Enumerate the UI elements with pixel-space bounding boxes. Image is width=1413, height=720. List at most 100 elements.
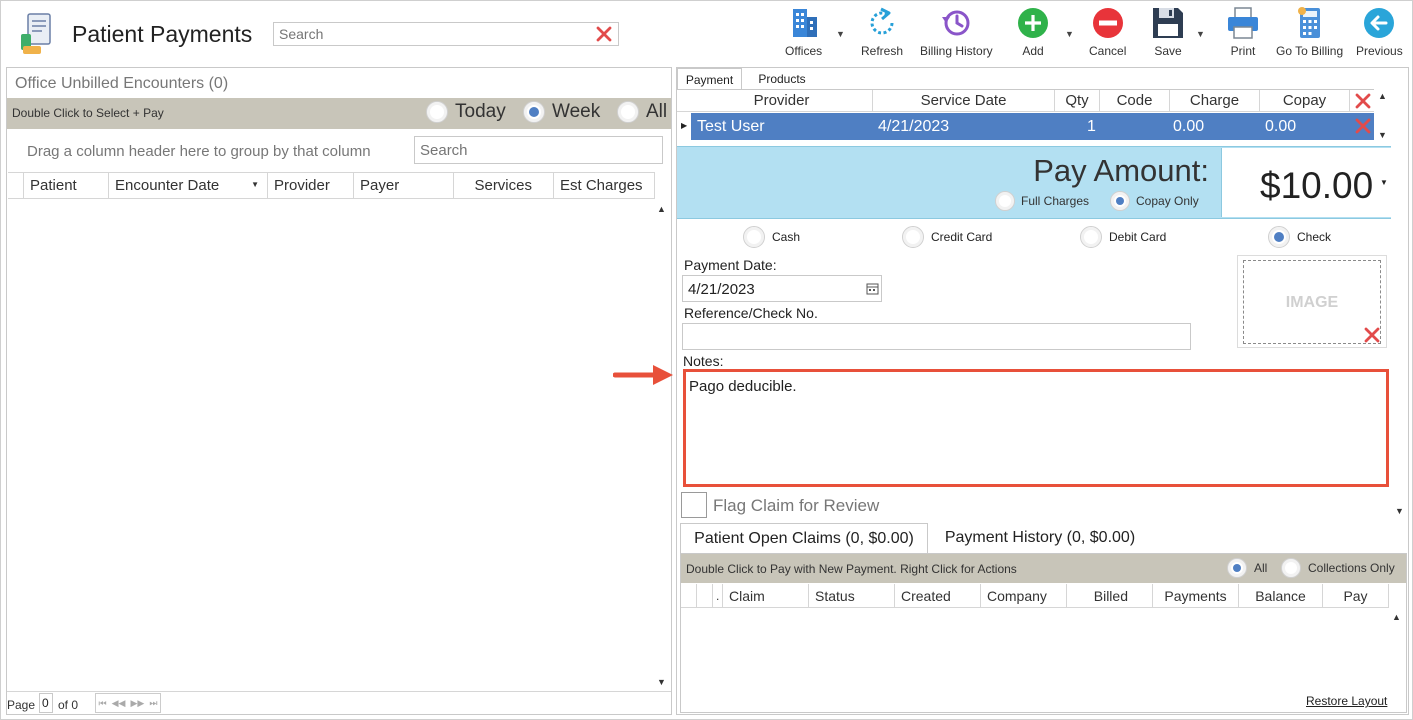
notes-textarea[interactable]: Pago deducible. <box>683 369 1389 487</box>
check-radio[interactable] <box>1268 226 1290 248</box>
pay-amount-dropdown-icon[interactable]: ▼ <box>1380 178 1388 187</box>
credit-card-radio[interactable] <box>902 226 924 248</box>
encounters-header-row: Patient Encounter Date ▼ Provider Payer … <box>8 172 655 199</box>
charges-row-selected[interactable]: Test User 4/21/2023 1 0.00 0.00 <box>691 113 1374 140</box>
filter-week[interactable]: Week <box>523 101 600 123</box>
claims-all-radio[interactable] <box>1227 558 1247 578</box>
method-debit-card[interactable]: Debit Card <box>1080 226 1166 248</box>
col-payer[interactable]: Payer <box>354 173 454 198</box>
cash-radio[interactable] <box>743 226 765 248</box>
claims-col-pay[interactable]: Pay <box>1323 584 1389 607</box>
claims-filter-collections[interactable]: Collections Only <box>1281 558 1395 578</box>
tab-payment-history[interactable]: Payment History (0, $0.00) <box>929 523 1151 554</box>
method-cash[interactable]: Cash <box>743 226 800 248</box>
restore-layout-link[interactable]: Restore Layout <box>1306 694 1387 708</box>
payment-scrollbar[interactable]: ▼ <box>1393 218 1407 518</box>
debit-card-radio[interactable] <box>1080 226 1102 248</box>
claims-col-payments[interactable]: Payments <box>1153 584 1239 607</box>
cancel-button[interactable]: Cancel <box>1089 5 1126 58</box>
charges-col-code[interactable]: Code <box>1100 90 1170 111</box>
offices-button[interactable]: Offices <box>785 5 822 58</box>
claims-filter-all[interactable]: All <box>1227 558 1267 578</box>
charges-col-provider[interactable]: Provider <box>691 90 873 111</box>
charges-scrollbar[interactable]: ▲ ▼ <box>1376 89 1390 141</box>
flag-claim-checkbox[interactable] <box>681 492 707 518</box>
col-provider[interactable]: Provider <box>268 173 354 198</box>
add-button[interactable]: Add <box>1015 5 1051 58</box>
refresh-button[interactable]: Refresh <box>861 5 903 58</box>
col-encounter-date[interactable]: Encounter Date ▼ <box>109 173 268 198</box>
collections-only-radio[interactable] <box>1281 558 1301 578</box>
clear-search-icon[interactable] <box>594 24 614 49</box>
claims-col-created[interactable]: Created <box>895 584 981 607</box>
copay-only-radio[interactable] <box>1110 191 1130 211</box>
scroll-down-icon[interactable]: ▼ <box>657 677 666 687</box>
encounters-pager: Page of 0 ⏮ ◀◀ ▶▶ ⏭ <box>7 691 671 714</box>
unbilled-encounters-panel: Office Unbilled Encounters (0) Double Cl… <box>6 67 672 715</box>
pager-page-input[interactable] <box>39 693 53 713</box>
go-to-billing-button[interactable]: Go To Billing <box>1276 5 1343 58</box>
week-radio[interactable] <box>523 101 545 123</box>
remove-image-icon[interactable] <box>1362 325 1382 350</box>
tab-products[interactable]: Products <box>747 68 817 90</box>
charges-col-qty[interactable]: Qty <box>1055 90 1100 111</box>
today-radio[interactable] <box>426 101 448 123</box>
col-services[interactable]: Services <box>454 173 554 198</box>
pager-page-label: Page <box>7 698 36 712</box>
save-dropdown-icon[interactable]: ▼ <box>1196 29 1205 39</box>
payment-scroll-down-icon[interactable]: ▼ <box>1395 506 1404 516</box>
tab-payment[interactable]: Payment <box>677 68 742 90</box>
method-credit-card[interactable]: Credit Card <box>902 226 992 248</box>
charges-col-service-date[interactable]: Service Date <box>873 90 1055 111</box>
method-check[interactable]: Check <box>1268 226 1331 248</box>
pay-amount-input[interactable]: $10.00 ▼ <box>1221 148 1391 217</box>
charges-row[interactable]: ▶ Test User 4/21/2023 1 0.00 0.00 <box>677 113 1374 140</box>
payment-date-field[interactable]: 4/21/2023 <box>682 275 882 302</box>
tab-open-claims[interactable]: Patient Open Claims (0, $0.00) <box>680 523 928 554</box>
all-radio[interactable] <box>617 101 639 123</box>
last-page-icon[interactable]: ⏭ <box>149 698 157 709</box>
encounters-search-input[interactable] <box>414 136 663 164</box>
header-search[interactable] <box>273 22 619 46</box>
add-dropdown-icon[interactable]: ▼ <box>1065 29 1074 39</box>
claims-scroll-up-icon[interactable]: ▲ <box>1392 612 1401 622</box>
charges-col-charge[interactable]: Charge <box>1170 90 1260 111</box>
previous-button[interactable]: Previous <box>1356 5 1403 58</box>
claims-col-billed[interactable]: Billed <box>1067 584 1153 607</box>
claims-col-dot[interactable]: . <box>713 584 723 607</box>
claims-col-company[interactable]: Company <box>981 584 1067 607</box>
check-image-box[interactable]: IMAGE <box>1237 255 1387 348</box>
encounters-scrollbar[interactable]: ▲ ▼ <box>654 199 670 691</box>
copay-only-option[interactable]: Copay Only <box>1110 191 1199 211</box>
save-button[interactable]: Save <box>1150 5 1186 58</box>
add-label: Add <box>1022 44 1044 58</box>
prev-page-icon[interactable]: ◀◀ <box>112 698 126 709</box>
calendar-icon[interactable] <box>866 282 879 300</box>
col-est-charges[interactable]: Est Charges <box>554 173 655 198</box>
offices-dropdown-icon[interactable]: ▼ <box>836 29 845 39</box>
header-search-input[interactable] <box>274 23 584 45</box>
first-page-icon[interactable]: ⏮ <box>99 698 107 709</box>
charges-scroll-up-icon[interactable]: ▲ <box>1378 91 1387 101</box>
claims-col-balance[interactable]: Balance <box>1239 584 1323 607</box>
pay-amount-band: Pay Amount: Full Charges Copay Only $10.… <box>677 146 1391 219</box>
group-by-hint: Drag a column header here to group by th… <box>27 143 371 160</box>
pay-amount-value: $10.00 <box>1260 165 1374 206</box>
charges-scroll-down-icon[interactable]: ▼ <box>1378 130 1387 140</box>
claims-col-claim[interactable]: Claim <box>723 584 809 607</box>
filter-all[interactable]: All <box>617 101 667 123</box>
reference-input[interactable] <box>682 323 1191 350</box>
full-charges-option[interactable]: Full Charges <box>995 191 1089 211</box>
next-page-icon[interactable]: ▶▶ <box>130 698 144 709</box>
col-patient[interactable]: Patient <box>24 173 109 198</box>
claims-col-status[interactable]: Status <box>809 584 895 607</box>
remove-row-icon[interactable] <box>1353 116 1373 141</box>
charges-col-copay[interactable]: Copay <box>1260 90 1350 111</box>
filter-today[interactable]: Today <box>426 101 506 123</box>
print-button[interactable]: Print <box>1225 5 1261 58</box>
full-charges-radio[interactable] <box>995 191 1015 211</box>
claims-scrollbar[interactable]: ▲ <box>1390 608 1404 708</box>
scroll-up-icon[interactable]: ▲ <box>657 204 666 214</box>
building-icon <box>792 9 817 37</box>
billing-history-button[interactable]: Billing History <box>920 5 993 58</box>
